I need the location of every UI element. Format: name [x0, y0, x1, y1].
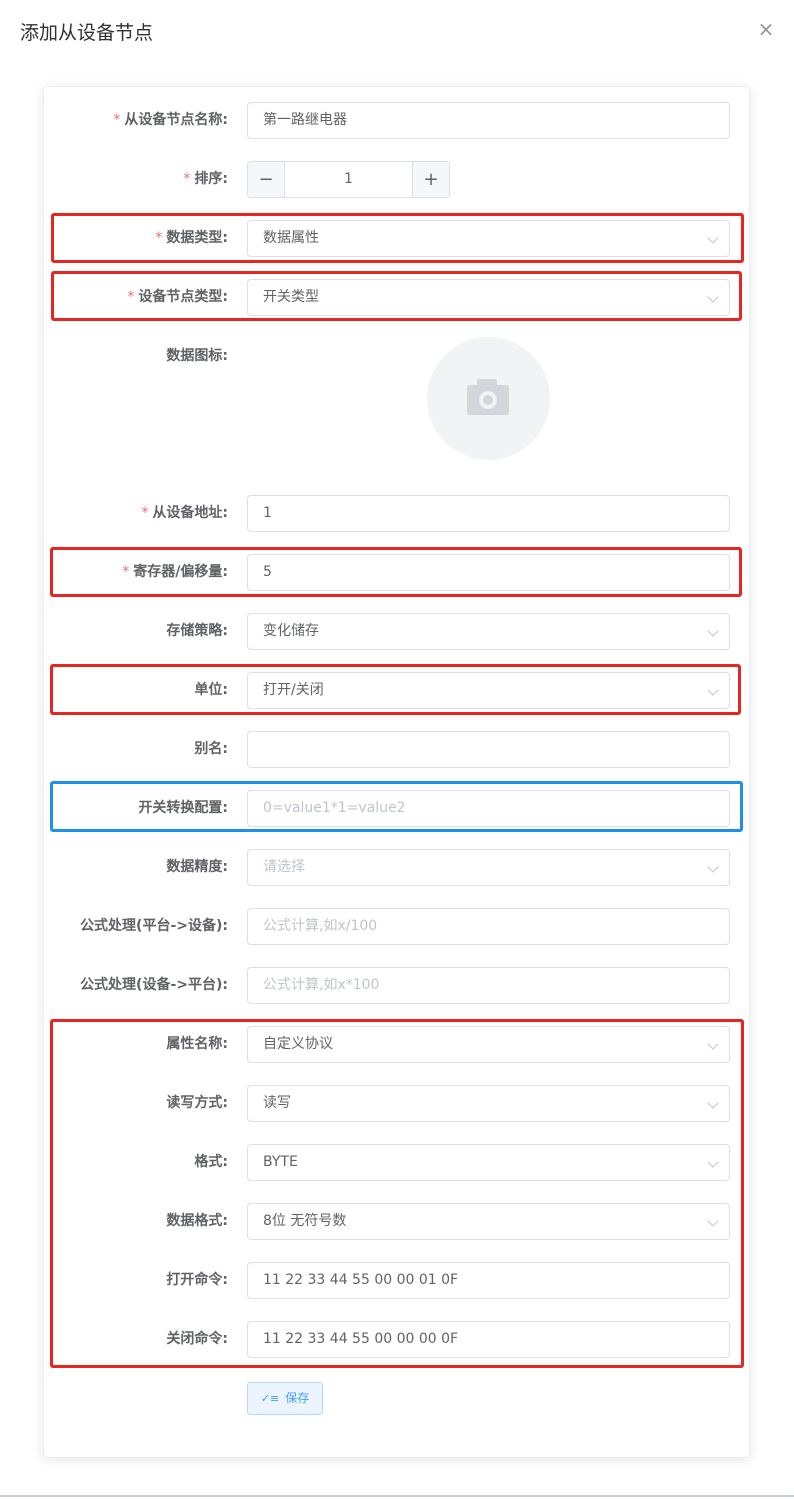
row-sort: * 排序: − 1 +: [0, 161, 794, 198]
row-formula-to-device: 公式处理(平台->设备): 公式计算,如x/100: [0, 908, 794, 945]
row-unit: 单位: 打开/关闭: [0, 672, 794, 709]
chevron-down-icon: [707, 291, 719, 303]
row-data-format: 数据格式: 8位 无符号数: [0, 1203, 794, 1240]
alias-label: 别名:: [194, 741, 228, 757]
row-close-cmd: 关闭命令: 11 22 33 44 55 00 00 00 0F: [0, 1321, 794, 1358]
chevron-down-icon: [707, 232, 719, 244]
row-node-name: * 从设备节点名称: 第一路继电器: [0, 102, 794, 139]
row-format: 格式: BYTE: [0, 1144, 794, 1181]
row-node-type: * 设备节点类型: 开关类型: [0, 279, 794, 316]
sort-stepper: − 1 +: [247, 161, 450, 198]
chevron-down-icon: [707, 1156, 719, 1168]
close-cmd-label: 关闭命令:: [166, 1331, 228, 1347]
icon-upload-area[interactable]: [427, 337, 550, 460]
decrement-button[interactable]: −: [248, 162, 285, 197]
format-select[interactable]: BYTE: [247, 1144, 730, 1181]
row-rw-mode: 读写方式: 读写: [0, 1085, 794, 1122]
divider: [0, 1495, 794, 1497]
chevron-down-icon: [707, 684, 719, 696]
required-mark: *: [141, 505, 149, 521]
required-mark: *: [122, 564, 130, 580]
register-offset-input[interactable]: 5: [247, 554, 730, 591]
formula-to-platform-input[interactable]: 公式计算,如x*100: [247, 967, 730, 1004]
row-data-icon: 数据图标:: [0, 338, 794, 375]
row-formula-to-platform: 公式处理(设备->平台): 公式计算,如x*100: [0, 967, 794, 1004]
row-alias: 别名:: [0, 731, 794, 768]
sort-value-input[interactable]: 1: [285, 162, 412, 197]
switch-config-input[interactable]: 0=value1*1=value2: [247, 790, 730, 827]
rw-mode-select[interactable]: 读写: [247, 1085, 730, 1122]
required-mark: *: [113, 112, 121, 128]
precision-label: 数据精度:: [166, 859, 228, 875]
close-cmd-input[interactable]: 11 22 33 44 55 00 00 00 0F: [247, 1321, 730, 1358]
register-offset-label: * 寄存器/偏移量:: [122, 564, 228, 580]
attr-name-select[interactable]: 自定义协议: [247, 1026, 730, 1063]
row-attr-name: 属性名称: 自定义协议: [0, 1026, 794, 1063]
row-precision: 数据精度: 请选择: [0, 849, 794, 886]
slave-address-input[interactable]: 1: [247, 495, 730, 532]
row-slave-address: * 从设备地址: 1: [0, 495, 794, 532]
format-label: 格式:: [194, 1154, 228, 1170]
chevron-down-icon: [707, 861, 719, 873]
node-name-label: * 从设备节点名称:: [113, 112, 228, 128]
unit-select[interactable]: 打开/关闭: [247, 672, 730, 709]
attr-name-label: 属性名称:: [166, 1036, 228, 1052]
sort-label: * 排序:: [183, 171, 228, 187]
close-icon[interactable]: ×: [757, 18, 775, 40]
data-format-label: 数据格式:: [166, 1213, 228, 1229]
chevron-down-icon: [707, 1038, 719, 1050]
rw-mode-label: 读写方式:: [166, 1095, 228, 1111]
node-type-label: * 设备节点类型:: [127, 289, 228, 305]
node-type-select[interactable]: 开关类型: [247, 279, 730, 316]
data-type-select[interactable]: 数据属性: [247, 220, 730, 257]
row-data-type: * 数据类型: 数据属性: [0, 220, 794, 257]
required-mark: *: [183, 171, 191, 187]
data-icon-label: 数据图标:: [166, 348, 228, 364]
row-open-cmd: 打开命令: 11 22 33 44 55 00 00 01 0F: [0, 1262, 794, 1299]
slave-address-label: * 从设备地址:: [141, 505, 228, 521]
chevron-down-icon: [707, 1215, 719, 1227]
formula-to-device-input[interactable]: 公式计算,如x/100: [247, 908, 730, 945]
storage-policy-label: 存储策略:: [166, 623, 228, 639]
switch-config-label: 开关转换配置:: [138, 800, 228, 816]
row-storage-policy: 存储策略: 变化储存: [0, 613, 794, 650]
required-mark: *: [127, 289, 135, 305]
node-name-input[interactable]: 第一路继电器: [247, 102, 730, 139]
save-icon: ✓≡: [260, 1392, 280, 1405]
row-switch-config: 开关转换配置: 0=value1*1=value2: [0, 790, 794, 827]
required-mark: *: [155, 230, 163, 246]
formula-to-platform-label: 公式处理(设备->平台):: [80, 977, 228, 993]
alias-input[interactable]: [247, 731, 730, 768]
increment-button[interactable]: +: [412, 162, 449, 197]
chevron-down-icon: [707, 625, 719, 637]
formula-to-device-label: 公式处理(平台->设备):: [80, 918, 228, 934]
data-type-label: * 数据类型:: [155, 230, 228, 246]
unit-label: 单位:: [194, 682, 228, 698]
precision-select[interactable]: 请选择: [247, 849, 730, 886]
open-cmd-label: 打开命令:: [166, 1272, 228, 1288]
save-button[interactable]: ✓≡ 保存: [247, 1382, 323, 1415]
dialog-title: 添加从设备节点: [20, 22, 154, 44]
row-register-offset: * 寄存器/偏移量: 5: [0, 554, 794, 591]
open-cmd-input[interactable]: 11 22 33 44 55 00 00 01 0F: [247, 1262, 730, 1299]
storage-policy-select[interactable]: 变化储存: [247, 613, 730, 650]
chevron-down-icon: [707, 1097, 719, 1109]
data-format-select[interactable]: 8位 无符号数: [247, 1203, 730, 1240]
